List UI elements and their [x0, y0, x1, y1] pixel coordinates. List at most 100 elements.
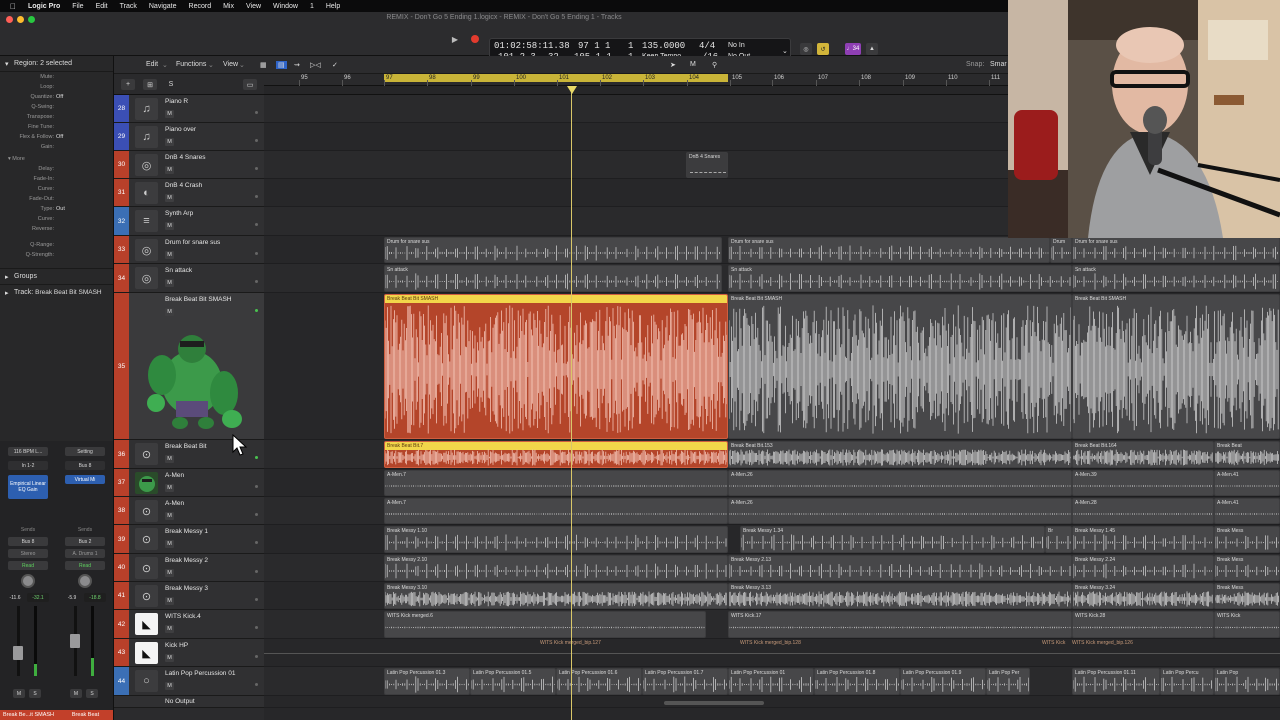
audio-region[interactable]: Break Messy 2.24: [1072, 555, 1214, 581]
parameter-row[interactable]: Delay:: [0, 166, 113, 176]
bus-slot[interactable]: Bus 8: [8, 537, 48, 546]
menu-edit[interactable]: Edit: [96, 3, 108, 10]
audio-region[interactable]: Latin Pop Percussion 01.7: [642, 668, 728, 695]
track-name[interactable]: Break Messy 3: [165, 585, 208, 592]
parameter-value[interactable]: Off: [56, 134, 104, 144]
audio-region[interactable]: Break Messy 3.13: [728, 583, 1072, 609]
audio-region[interactable]: Sn attack: [728, 265, 1072, 292]
track-mute-button[interactable]: M: [165, 455, 174, 463]
audio-region[interactable]: Sn attack: [1072, 265, 1280, 292]
app-menu[interactable]: Logic Pro: [28, 3, 60, 10]
output-slot[interactable]: A. Drums 1: [65, 549, 105, 558]
audio-region[interactable]: A-Men.28: [1072, 498, 1214, 524]
parameter-row[interactable]: Quantize: Off: [0, 94, 113, 104]
setting-button[interactable]: Setting: [65, 447, 105, 456]
edit-menu[interactable]: Edit: [146, 61, 158, 68]
parameter-value[interactable]: Out: [56, 206, 104, 216]
menu-view[interactable]: View: [246, 3, 261, 10]
marker-ruler[interactable]: [264, 86, 1008, 95]
menu-help[interactable]: Help: [326, 3, 340, 10]
parameter-value[interactable]: [56, 252, 104, 262]
tambourine-icon[interactable]: ○: [135, 670, 158, 692]
track-mute-button[interactable]: M: [165, 251, 174, 259]
region-inspector-header[interactable]: ▾ Region: 2 selected: [0, 56, 113, 72]
synth-icon[interactable]: ≡: [135, 210, 158, 232]
track-mute-button[interactable]: M: [165, 569, 174, 577]
track-header[interactable]: 32 ≡ Synth Arp M: [114, 207, 264, 236]
audio-region[interactable]: Break Beat Bit SMASH: [728, 294, 1072, 439]
playhead-handle[interactable]: [567, 86, 577, 94]
track-lane[interactable]: [264, 696, 1280, 708]
playhead[interactable]: [571, 86, 572, 720]
input-slot[interactable]: Bus 8: [65, 461, 105, 470]
track-mute-button[interactable]: M: [165, 222, 174, 230]
audio-region[interactable]: Break Beat Bit SMASH: [384, 294, 728, 439]
audio-region[interactable]: WITS Kick.28: [1072, 611, 1214, 638]
catch-icon[interactable]: ▷◁: [310, 61, 321, 69]
audio-region[interactable]: Break Messy 2.13: [728, 555, 1072, 581]
hulk-image-icon[interactable]: [136, 323, 248, 433]
horizontal-scrollbar[interactable]: [664, 701, 764, 705]
track-header[interactable]: 44 ○ Latin Pop Percussion 01 M: [114, 667, 264, 696]
parameter-value[interactable]: [56, 84, 104, 94]
menu-file[interactable]: File: [72, 3, 83, 10]
lcd-input[interactable]: No In: [728, 42, 745, 49]
global-solo-button[interactable]: S: [164, 79, 178, 90]
drum-kit-icon[interactable]: ⊙: [135, 443, 158, 465]
snare-drum-icon[interactable]: ◎: [135, 267, 158, 289]
pointer-tool-icon[interactable]: ➤: [670, 61, 676, 69]
automation-mode[interactable]: Read: [65, 561, 105, 570]
piano-icon[interactable]: ♫: [135, 126, 158, 148]
region-name[interactable]: WITS Kick merged_bip.128: [740, 640, 801, 646]
parameter-row[interactable]: Gain:: [0, 144, 113, 154]
track-header[interactable]: 28 ♫ Piano R M: [114, 95, 264, 123]
metronome-button[interactable]: ◎: [800, 43, 812, 55]
track-header[interactable]: 38 ⊙ A-Men M: [114, 497, 264, 525]
region-name[interactable]: WITS Kick: [1042, 640, 1065, 646]
folder-button[interactable]: ⊞: [143, 79, 157, 90]
track-name[interactable]: A-Men: [165, 500, 184, 507]
drum-kit-icon[interactable]: ⊙: [135, 528, 158, 550]
track-mute-button[interactable]: M: [165, 682, 174, 690]
parameter-value[interactable]: [56, 196, 104, 206]
lcd-signature[interactable]: 4/4: [699, 41, 715, 51]
track-name[interactable]: A-Men: [165, 472, 184, 479]
snare-drum-icon[interactable]: ◎: [135, 239, 158, 261]
parameter-value[interactable]: [56, 166, 104, 176]
track-header[interactable]: 30 ◎ DnB 4 Snares M: [114, 151, 264, 179]
track-mute-button[interactable]: M: [165, 654, 174, 662]
audio-region[interactable]: Break Messy 2.10: [384, 555, 728, 581]
tuner-button[interactable]: ▲: [866, 43, 878, 55]
audio-region[interactable]: Break Mess: [1214, 583, 1280, 609]
track-name[interactable]: Piano R: [165, 98, 188, 105]
lcd-tempo[interactable]: 135.0000: [642, 41, 685, 51]
track-mute-button[interactable]: M: [165, 484, 174, 492]
audio-region[interactable]: Br: [1045, 526, 1072, 553]
channel-strip-name[interactable]: Break Be...it SMASH: [0, 710, 57, 720]
mute-button[interactable]: M: [70, 689, 82, 698]
setting-button[interactable]: 116 BPM L...: [8, 447, 48, 456]
apple-icon[interactable]: : [10, 2, 16, 11]
audio-region[interactable]: Break Messy 1.45: [1072, 526, 1214, 553]
track-header[interactable]: 40 ⊙ Break Messy 2 M: [114, 554, 264, 582]
track-header[interactable]: No Output: [114, 696, 264, 708]
more-section[interactable]: ▾ More: [0, 156, 113, 166]
track-mute-button[interactable]: M: [165, 512, 174, 520]
automation-mode[interactable]: Read: [8, 561, 48, 570]
grid-view-icon[interactable]: ▦: [260, 61, 267, 69]
audio-region[interactable]: A-Men.7: [384, 470, 728, 496]
volume-fader-handle[interactable]: [13, 646, 23, 660]
drum-kit-icon[interactable]: ⊙: [135, 585, 158, 607]
menu-track[interactable]: Track: [120, 3, 137, 10]
parameter-row[interactable]: Q-Range:: [0, 242, 113, 252]
track-mute-button[interactable]: M: [165, 625, 174, 633]
list-view-icon[interactable]: ▤: [276, 61, 287, 69]
collapse-icon[interactable]: ▭: [243, 79, 257, 90]
track-header[interactable]: 34 ◎ Sn attack M: [114, 264, 264, 293]
track-section[interactable]: ▸ Track: Break Beat Bit SMASH: [0, 284, 113, 300]
pan-knob[interactable]: [78, 574, 92, 588]
record-button[interactable]: [468, 33, 482, 45]
audio-region[interactable]: Drum for snare sus: [1072, 237, 1280, 263]
output-slot[interactable]: Stereo: [8, 549, 48, 558]
parameter-value[interactable]: [56, 176, 104, 186]
